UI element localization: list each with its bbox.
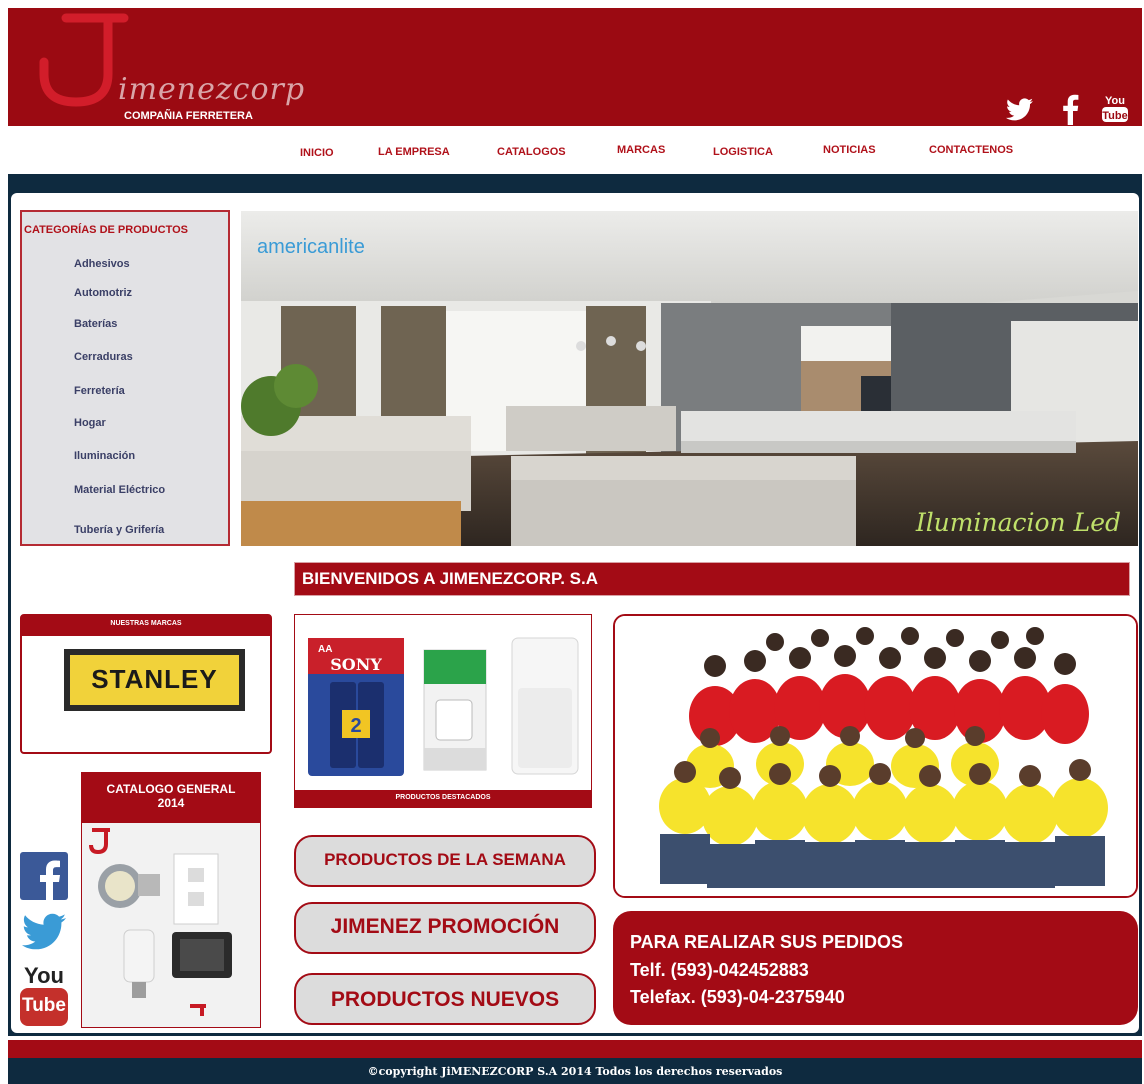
nav-inicio[interactable]: INICIO: [300, 147, 334, 159]
svg-text:Tube: Tube: [1102, 110, 1127, 122]
welcome-title: BIENVENIDOS A JIMENEZCORP. S.A: [302, 569, 598, 588]
logo-text: imenezcorp: [118, 72, 306, 107]
category-ferreteria[interactable]: Ferretería: [74, 385, 125, 397]
new-products-label: PRODUCTOS NUEVOS: [330, 988, 560, 1011]
battery-count: 2: [350, 715, 361, 737]
products-of-week-label: PRODUCTOS DE LA SEMANA: [324, 850, 566, 869]
category-iluminacion[interactable]: Iluminación: [74, 450, 135, 462]
catalog-title-line1: CATALOGO GENERAL: [106, 782, 236, 796]
catalog-title: CATALOGO GENERAL 2014: [82, 782, 260, 810]
facebook-icon[interactable]: [20, 852, 68, 900]
category-tuberia-griferia[interactable]: Tubería y Grifería: [74, 524, 164, 536]
featured-products-image[interactable]: AA SONY 2: [300, 630, 588, 784]
contact-heading: PARA REALIZAR SUS PEDIDOS: [630, 932, 904, 952]
brands-title: NUESTRAS MARCAS: [110, 620, 182, 627]
jimenez-promo-label: JIMENEZ PROMOCIÓN: [330, 915, 560, 938]
stanley-logo-text: STANLEY: [91, 664, 218, 694]
catalog-products-image: [89, 828, 232, 1016]
category-cerraduras[interactable]: Cerraduras: [74, 351, 133, 363]
youtube-tube-label: Tube: [22, 995, 66, 1016]
nav-la-empresa[interactable]: LA EMPRESA: [378, 146, 450, 158]
nav-marcas[interactable]: MARCAS: [617, 144, 665, 156]
youtube-you-label: You: [24, 963, 64, 988]
featured-title: PRODUCTOS DESTACADOS: [395, 794, 491, 801]
facebook-icon[interactable]: [1055, 92, 1087, 126]
logo-subtitle: COMPAÑIA FERRETERA: [124, 110, 253, 122]
site-header: [8, 8, 1142, 126]
twitter-icon[interactable]: [20, 912, 68, 956]
footer-band: [8, 1040, 1142, 1058]
nav-divider: [8, 174, 1142, 190]
nav-contactenos[interactable]: CONTACTENOS: [929, 144, 1013, 156]
category-baterias[interactable]: Baterías: [74, 318, 117, 330]
category-hogar[interactable]: Hogar: [74, 417, 106, 429]
category-automotriz[interactable]: Automotriz: [74, 287, 132, 299]
battery-size-label: AA: [318, 644, 332, 655]
banner-brand: americanlite: [257, 236, 365, 258]
footer-copyright: ©copyright JiMENEZCORP S.A 2014 Todos lo…: [367, 1065, 783, 1078]
svg-text:You: You: [1105, 95, 1125, 107]
contact-fax: Telefax. (593)-04-2375940: [630, 987, 845, 1007]
logo-j-icon[interactable]: [36, 12, 130, 108]
categories-title: CATEGORÍAS DE PRODUCTOS: [24, 224, 188, 236]
category-material-electrico[interactable]: Material Eléctrico: [74, 484, 165, 496]
youtube-icon[interactable]: You Tube: [1100, 92, 1130, 124]
team-photo-frame: [613, 614, 1138, 898]
nav-noticias[interactable]: NOTICIAS: [823, 144, 876, 156]
hero-banner-image[interactable]: americanlite Iluminacion Led: [241, 211, 1138, 546]
twitter-icon[interactable]: [1003, 92, 1035, 126]
team-photo-image[interactable]: [615, 616, 1136, 896]
sony-logo: SONY: [330, 655, 382, 674]
banner-caption: Iluminacion Led: [915, 508, 1121, 537]
nav-logistica[interactable]: LOGISTICA: [713, 146, 773, 158]
catalog-title-line2: 2014: [157, 796, 185, 810]
nav-catalogos[interactable]: CATALOGOS: [497, 146, 566, 158]
category-adhesivos[interactable]: Adhesivos: [74, 258, 130, 270]
contact-phone: Telf. (593)-042452883: [630, 960, 809, 980]
